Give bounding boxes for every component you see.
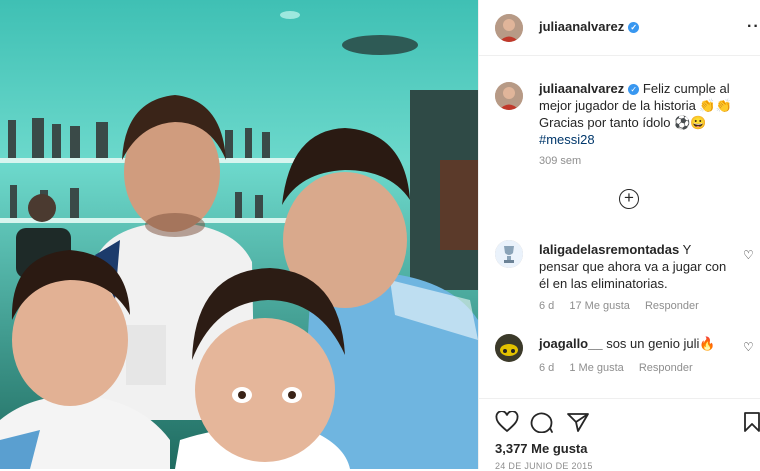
comment-icon[interactable] — [530, 411, 554, 433]
post-caption: juliaanalvarez ✓ Feliz cumple al mejor ju… — [539, 80, 749, 148]
photo-illustration — [0, 0, 478, 469]
caption-author-avatar[interactable] — [495, 82, 523, 110]
comment-body: joagallo__ sos un genio juli🔥 — [539, 335, 729, 352]
likes-count[interactable]: 3,377 Me gusta — [495, 441, 588, 456]
caption-verified-badge-icon: ✓ — [628, 84, 640, 95]
author-username-text[interactable]: juliaanalvarez — [539, 19, 624, 34]
comment-avatar[interactable] — [495, 240, 523, 268]
comment-likes[interactable]: 17 Me gusta — [569, 300, 630, 312]
verified-badge-icon: ✓ — [628, 22, 640, 33]
comment-age: 6 d — [539, 362, 555, 374]
post-photo[interactable] — [0, 0, 478, 469]
share-icon[interactable] — [566, 411, 590, 433]
post-date: 24 DE JUNIO DE 2015 — [495, 461, 593, 471]
comment-like-heart-icon[interactable]: ♡ — [743, 340, 754, 354]
author-username[interactable]: juliaanalvarez ✓ — [539, 19, 640, 34]
comment-age: 6 d — [539, 300, 555, 312]
author-avatar[interactable] — [495, 14, 523, 42]
comment-reply-button[interactable]: Responder — [645, 300, 699, 312]
caption-time: 309 sem — [539, 155, 582, 167]
comment-username[interactable]: laligadelasremontadas — [539, 242, 679, 257]
hashtag-link[interactable]: #messi28 — [539, 132, 595, 147]
plus-circle-icon[interactable]: + — [619, 189, 639, 209]
comment-likes[interactable]: 1 Me gusta — [569, 362, 623, 374]
comment-username[interactable]: joagallo__ — [539, 336, 603, 351]
comment-like-heart-icon[interactable]: ♡ — [743, 248, 754, 262]
comment-meta: 6 d 1 Me gusta Responder — [539, 362, 705, 374]
more-options-icon[interactable]: ··· — [747, 18, 760, 36]
post-actions-bar: 3,377 Me gusta 24 DE JUNIO DE 2015 — [479, 398, 760, 471]
post-side-panel: juliaanalvarez✓ ··· juliaanalvarez✓ Feli… — [478, 0, 760, 471]
caption-username[interactable]: juliaanalvarez — [539, 81, 624, 96]
comment-text: sos un genio juli🔥 — [606, 336, 716, 351]
comment-reply-button[interactable]: Responder — [639, 362, 693, 374]
post-header: juliaanalvarez ✓ ··· — [479, 0, 760, 56]
heart-icon[interactable] — [495, 411, 519, 433]
comment-body: laligadelasremontadas Y pensar que ahora… — [539, 241, 729, 292]
comment-meta: 6 d 17 Me gusta Responder — [539, 300, 711, 312]
bookmark-icon[interactable] — [743, 411, 760, 433]
comment-avatar[interactable] — [495, 334, 523, 362]
